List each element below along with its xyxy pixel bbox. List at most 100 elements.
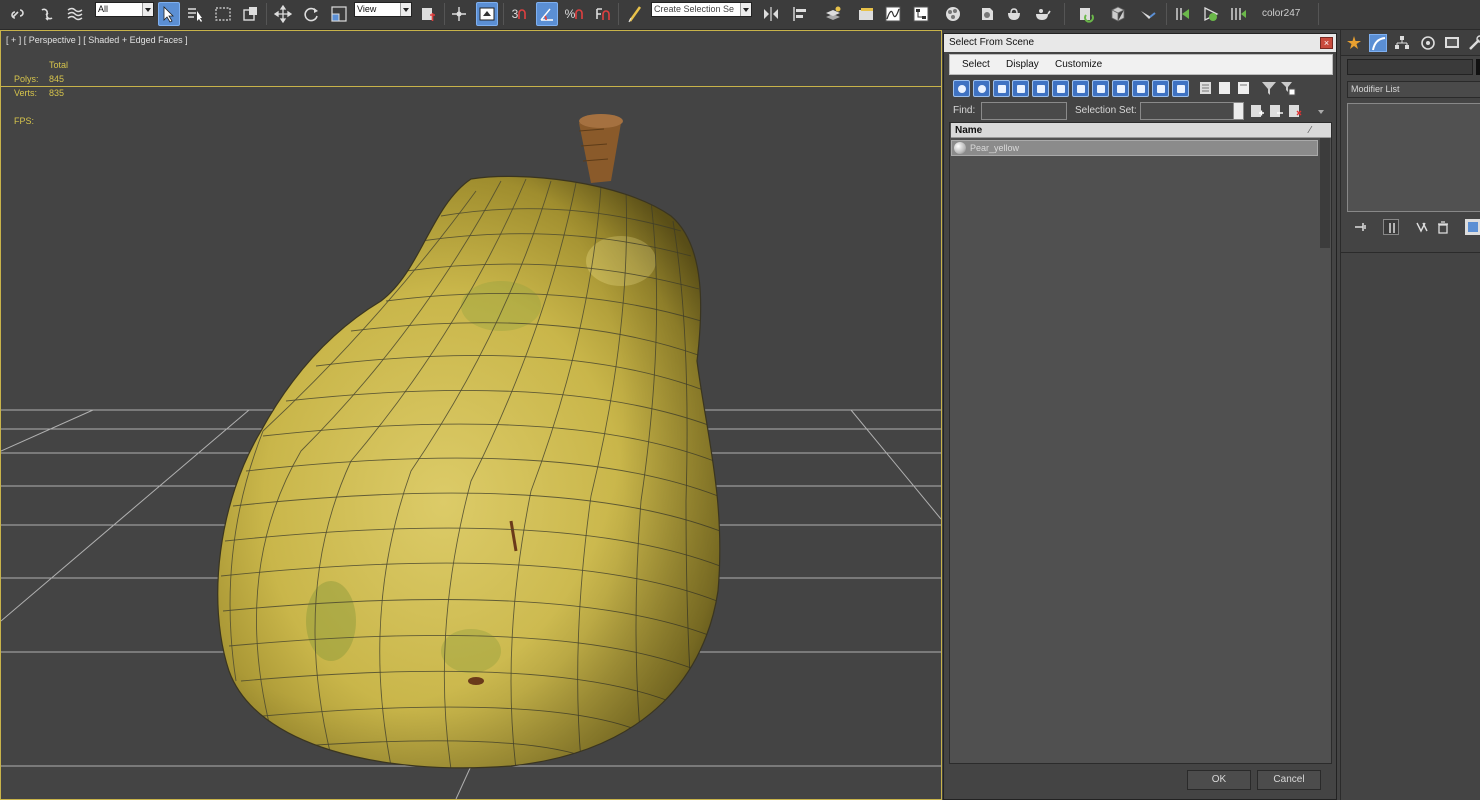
add-to-selection-set-icon[interactable]: [1268, 103, 1284, 119]
select-and-scale-icon[interactable]: [328, 2, 350, 26]
display-xrefs-icon[interactable]: [1092, 80, 1109, 97]
ok-button[interactable]: OK: [1187, 770, 1251, 790]
close-button[interactable]: ×: [1320, 37, 1333, 49]
motion-clip-icon[interactable]: [1172, 2, 1194, 26]
modifier-stack[interactable]: [1347, 103, 1480, 212]
select-and-move-icon[interactable]: [272, 2, 294, 26]
create-tab-icon[interactable]: [1345, 34, 1363, 52]
render-setup-icon[interactable]: [976, 2, 998, 26]
motion-tab-icon[interactable]: [1419, 34, 1437, 52]
toolbar-divider: [266, 3, 267, 25]
create-selection-set-icon[interactable]: [1249, 103, 1265, 119]
display-shapes-icon[interactable]: [973, 80, 990, 97]
scene-object-list[interactable]: Name ⁄ Pear_yellow: [949, 122, 1332, 764]
display-helpers-icon[interactable]: [1032, 80, 1049, 97]
object-name-field[interactable]: [1347, 59, 1473, 75]
select-and-rotate-icon[interactable]: [300, 2, 322, 26]
filter-toggle-icon[interactable]: [1280, 80, 1296, 96]
angle-snap-toggle-icon[interactable]: [536, 2, 558, 26]
named-selection-sets-value: Create Selection Se: [654, 4, 735, 14]
show-end-result-icon[interactable]: [1383, 219, 1399, 235]
toolbar-divider: [444, 3, 445, 25]
schematic-view-icon[interactable]: [910, 2, 932, 26]
dialog-title: Select From Scene: [949, 37, 1035, 48]
display-cameras-icon[interactable]: [1012, 80, 1029, 97]
utilities-tab-icon[interactable]: [1467, 34, 1480, 52]
named-selection-sets-dropdown[interactable]: Create Selection Se: [651, 2, 752, 17]
reference-coordinate-value: View: [357, 4, 377, 14]
edit-named-selection-icon[interactable]: [624, 2, 646, 26]
list-header-name[interactable]: Name ⁄: [951, 123, 1331, 138]
display-tab-icon[interactable]: [1443, 34, 1461, 52]
select-all-icon[interactable]: [1198, 80, 1214, 96]
display-groups-icon[interactable]: [1072, 80, 1089, 97]
selection-set-dropdown[interactable]: [1140, 102, 1244, 120]
list-scrollbar[interactable]: [1320, 138, 1330, 248]
display-frozen-icon[interactable]: [1152, 80, 1169, 97]
sort-icon: ⁄: [1309, 125, 1311, 136]
auto-key-icon[interactable]: [1200, 2, 1222, 26]
menu-display[interactable]: Display: [1006, 59, 1039, 70]
window-crossing-icon[interactable]: [239, 2, 261, 26]
display-space-warps-icon[interactable]: [1052, 80, 1069, 97]
geometry-object-icon: [954, 142, 966, 154]
dialog-title-bar[interactable]: Select From Scene ×: [944, 34, 1336, 52]
snaps-toggle-icon[interactable]: 3: [508, 2, 530, 26]
select-none-icon[interactable]: [1217, 80, 1233, 96]
display-geometry-icon[interactable]: [953, 80, 970, 97]
spinner-snap-toggle-icon[interactable]: [591, 2, 613, 26]
mirror-icon[interactable]: [760, 2, 782, 26]
select-by-name-icon[interactable]: [184, 2, 206, 26]
menu-customize[interactable]: Customize: [1055, 59, 1102, 70]
a360-gallery-icon[interactable]: [1107, 2, 1129, 26]
toggle-scene-explorer-icon[interactable]: [855, 2, 877, 26]
keyboard-shortcut-override-icon[interactable]: [476, 2, 498, 26]
remove-modifier-icon[interactable]: [1435, 219, 1451, 235]
material-editor-icon[interactable]: [942, 2, 964, 26]
cancel-button[interactable]: Cancel: [1257, 770, 1321, 790]
dialog-menu-bar: Select Display Customize: [949, 54, 1333, 75]
filter-icon[interactable]: [1261, 80, 1277, 96]
select-and-manipulate-icon[interactable]: [448, 2, 470, 26]
select-and-link-icon[interactable]: [8, 2, 30, 26]
hierarchy-tab-icon[interactable]: [1393, 34, 1411, 52]
reference-coordinate-dropdown[interactable]: View: [354, 2, 412, 17]
modify-tab-icon[interactable]: [1369, 34, 1387, 52]
list-item[interactable]: Pear_yellow: [951, 140, 1318, 156]
color-name-label: color247: [1262, 8, 1301, 19]
selection-filter-dropdown[interactable]: All: [95, 2, 154, 17]
object-color-swatch[interactable]: [1476, 59, 1480, 75]
percent-snap-toggle-icon[interactable]: %: [563, 2, 585, 26]
perspective-viewport[interactable]: [ + ] [ Perspective ] [ Shaded + Edged F…: [0, 30, 942, 800]
rendered-frame-window-icon[interactable]: [1003, 2, 1025, 26]
display-lights-icon[interactable]: [993, 80, 1010, 97]
select-object-icon[interactable]: [158, 2, 180, 26]
batch-render-icon[interactable]: [1137, 2, 1159, 26]
bind-space-warp-icon[interactable]: [64, 2, 86, 26]
display-bones-icon[interactable]: [1112, 80, 1129, 97]
make-unique-icon[interactable]: [1415, 219, 1431, 235]
parameters-rollout-area: [1341, 252, 1480, 800]
set-key-icon[interactable]: [1227, 2, 1249, 26]
configure-modifier-sets-icon[interactable]: [1465, 219, 1480, 235]
select-invert-icon[interactable]: [1236, 80, 1252, 96]
unlink-selection-icon[interactable]: [36, 2, 58, 26]
pin-stack-icon[interactable]: [1353, 219, 1369, 235]
find-row: Find: Selection Set:: [949, 100, 1333, 122]
render-production-icon[interactable]: [1031, 2, 1053, 26]
use-pivot-center-icon[interactable]: [417, 2, 439, 26]
menu-select[interactable]: Select: [962, 59, 990, 70]
percent-snap-text: %: [564, 7, 576, 21]
curve-editor-icon[interactable]: [882, 2, 904, 26]
find-input[interactable]: [981, 102, 1067, 120]
display-containers-icon[interactable]: [1132, 80, 1149, 97]
command-panel: Modifier List: [1340, 30, 1480, 800]
manage-layers-icon[interactable]: [822, 2, 844, 26]
expand-options-icon[interactable]: [1315, 106, 1331, 122]
align-icon[interactable]: [789, 2, 811, 26]
rectangular-selection-icon[interactable]: [212, 2, 234, 26]
remove-from-selection-set-icon[interactable]: [1287, 103, 1303, 119]
display-hidden-icon[interactable]: [1172, 80, 1189, 97]
modifier-list-dropdown[interactable]: Modifier List: [1347, 81, 1480, 98]
render-in-cloud-icon[interactable]: [1075, 2, 1097, 26]
